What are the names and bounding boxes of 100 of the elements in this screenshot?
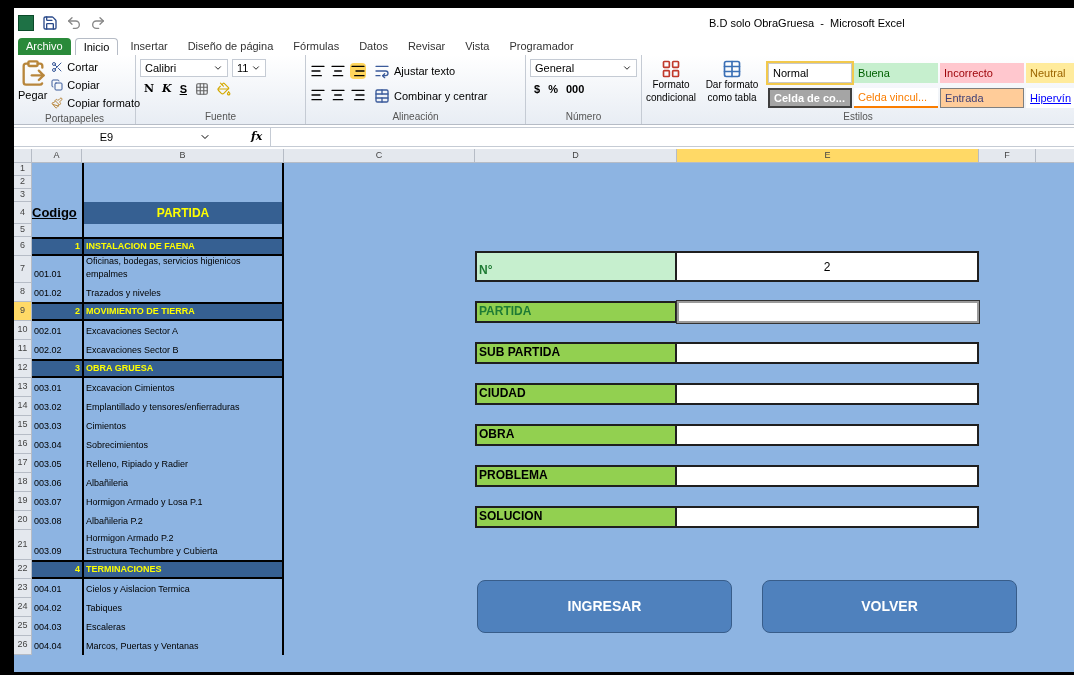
row-number[interactable]: 24	[14, 598, 32, 617]
row-number[interactable]: 2	[14, 176, 32, 189]
row-number[interactable]: 22	[14, 560, 32, 579]
row-number[interactable]: 21	[14, 530, 32, 560]
section-number: 3	[75, 361, 80, 375]
row-number[interactable]: 7	[14, 256, 32, 283]
partida-cell: Marcos, Puertas y Ventanas	[86, 640, 199, 653]
ribbon-tab[interactable]: Inicio	[74, 38, 119, 55]
cell-style[interactable]: Buena	[854, 63, 939, 83]
row-number[interactable]: 14	[14, 397, 32, 416]
field-label: OBRA	[479, 426, 515, 443]
brush-icon	[51, 97, 64, 109]
save-icon[interactable]	[42, 15, 58, 31]
action-button[interactable]: INGRESAR	[477, 580, 732, 633]
row-number[interactable]: 16	[14, 435, 32, 454]
row-number[interactable]: 3	[14, 189, 32, 202]
thousands-button[interactable]: 000	[565, 81, 585, 98]
align-center-icon[interactable]	[330, 87, 346, 103]
input-field[interactable]	[677, 506, 979, 528]
number-format-dropdown[interactable]: General	[530, 59, 637, 77]
column-header[interactable]: E	[677, 149, 979, 162]
group-label: Estilos	[842, 110, 874, 124]
font-name-dropdown[interactable]: Calibri	[140, 59, 228, 77]
font-size-dropdown[interactable]: 11	[232, 59, 266, 77]
code-cell: 001.01	[34, 267, 62, 281]
column-header[interactable]: B	[82, 149, 284, 162]
code-cell: 001.02	[34, 286, 62, 300]
row-number[interactable]: 10	[14, 321, 32, 340]
bold-button[interactable]: N	[144, 81, 155, 98]
redo-icon[interactable]	[90, 15, 106, 31]
align-top-icon[interactable]	[310, 63, 326, 79]
cell-style[interactable]: Neutral	[1026, 63, 1074, 83]
row-number[interactable]: 4	[14, 202, 32, 224]
cell-style[interactable]: Hipervín	[1026, 88, 1074, 108]
cell-style[interactable]: Incorrecto	[940, 63, 1025, 83]
row-number[interactable]: 23	[14, 579, 32, 598]
row-number[interactable]: 12	[14, 359, 32, 378]
code-cell: 002.02	[34, 343, 62, 357]
merge-center-button[interactable]: Combinar y centrar	[374, 87, 488, 104]
ribbon-tab[interactable]: Diseño de página	[179, 38, 282, 55]
ribbon-tab[interactable]: Vista	[457, 38, 498, 55]
input-field[interactable]	[677, 424, 979, 446]
copy-icon	[51, 79, 64, 91]
undo-icon[interactable]	[66, 15, 82, 31]
wrap-text-button[interactable]: Ajustar texto	[374, 63, 488, 80]
row-number[interactable]: 18	[14, 473, 32, 492]
row-number[interactable]: 19	[14, 492, 32, 511]
row-number[interactable]: 9	[14, 302, 32, 321]
borders-icon[interactable]	[194, 82, 209, 97]
ribbon-tab[interactable]: Datos	[351, 38, 396, 55]
column-header[interactable]: A	[32, 149, 82, 162]
percent-button[interactable]: %	[548, 81, 558, 98]
row-number[interactable]: 11	[14, 340, 32, 359]
row-number[interactable]: 26	[14, 636, 32, 655]
code-cell: 003.02	[34, 400, 62, 414]
align-right-icon[interactable]	[350, 87, 366, 103]
cut-button[interactable]: Cortar	[51, 59, 141, 75]
scissors-icon	[51, 61, 64, 73]
row-number[interactable]: 25	[14, 617, 32, 636]
row-number[interactable]: 5	[14, 224, 32, 237]
row-number[interactable]: 17	[14, 454, 32, 473]
input-field[interactable]	[677, 465, 979, 487]
input-field[interactable]	[677, 383, 979, 405]
code-cell: 003.05	[34, 457, 62, 471]
align-middle-icon[interactable]	[330, 63, 346, 79]
field-label: PROBLEMA	[479, 467, 548, 484]
row-number[interactable]: 6	[14, 237, 32, 256]
partida-cell: Albañileria	[86, 477, 129, 490]
ribbon-tab[interactable]: Revisar	[399, 38, 454, 55]
align-bottom-icon[interactable]	[350, 63, 366, 79]
action-button[interactable]: VOLVER	[762, 580, 1017, 633]
input-field[interactable]: 2	[677, 251, 979, 282]
file-tab[interactable]: Archivo	[18, 38, 71, 55]
row-number[interactable]: 15	[14, 416, 32, 435]
cell-style[interactable]: Normal	[768, 63, 853, 83]
input-field[interactable]	[677, 301, 979, 323]
format-table-button[interactable]: Dar formato como tabla	[700, 59, 765, 109]
ribbon-tab[interactable]: Programador	[501, 38, 582, 55]
row-number[interactable]: 20	[14, 511, 32, 530]
fill-color-icon[interactable]	[216, 82, 231, 97]
row-number[interactable]: 1	[14, 163, 32, 176]
ribbon-tab[interactable]: Fórmulas	[285, 38, 348, 55]
align-left-icon[interactable]	[310, 87, 326, 103]
currency-button[interactable]: $	[534, 81, 541, 98]
italic-button[interactable]: K	[162, 81, 172, 98]
underline-button[interactable]: S	[179, 81, 187, 98]
partida-cell: Hormigon Armado P.2 Estructura Techumbre y Cubierta	[86, 532, 218, 558]
cell-style[interactable]: Entrada	[940, 88, 1025, 108]
format-painter-button[interactable]: Copiar formato	[51, 95, 141, 111]
row-number[interactable]: 8	[14, 283, 32, 302]
paste-button[interactable]: Pegar	[18, 59, 48, 111]
insert-function-button[interactable]: fx	[251, 128, 263, 146]
name-box[interactable]: E9	[14, 128, 199, 146]
copy-button[interactable]: Copiar	[51, 77, 141, 93]
input-field[interactable]	[677, 342, 979, 364]
row-number[interactable]: 13	[14, 378, 32, 397]
conditional-format-button[interactable]: Formato condicional	[646, 59, 697, 109]
column-header[interactable]: C	[284, 149, 475, 162]
column-header[interactable]: F	[979, 149, 1036, 162]
ribbon-tab[interactable]: Insertar	[122, 38, 176, 55]
